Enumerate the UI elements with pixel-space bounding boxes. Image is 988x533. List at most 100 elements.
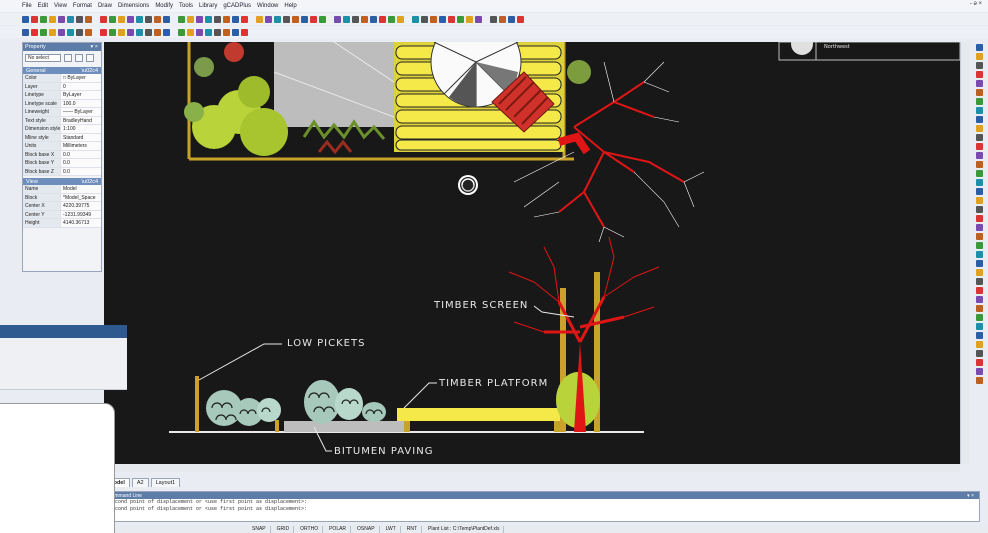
toolbar-tool-icon[interactable] <box>205 15 212 23</box>
modify-tool-icon[interactable] <box>975 233 983 240</box>
status-toggle[interactable]: LWT <box>382 525 401 533</box>
modify-tool-icon[interactable] <box>975 215 983 222</box>
status-toggle[interactable]: POLAR <box>325 525 352 533</box>
collapse-icon[interactable]: \u02c4 <box>81 68 98 74</box>
status-toggle[interactable]: SNAP <box>248 525 271 533</box>
draw-tool-icon[interactable] <box>163 28 170 36</box>
property-row[interactable]: Block *Model_Space <box>23 193 101 202</box>
toolbar-tool-icon[interactable] <box>499 15 506 23</box>
draw-tool-icon[interactable] <box>136 28 143 36</box>
property-value[interactable]: 100.0 <box>61 99 101 107</box>
toolbar-tool-icon[interactable] <box>406 16 410 23</box>
property-row[interactable]: Block base Y 0.0 <box>23 159 101 168</box>
toolbar-tool-icon[interactable] <box>67 15 74 23</box>
property-row[interactable]: Height 4140.36713 <box>23 219 101 228</box>
toolbar-tool-icon[interactable] <box>76 15 83 23</box>
toolbar-tool-icon[interactable] <box>490 15 497 23</box>
property-row[interactable]: Block base Z 0.0 <box>23 167 101 176</box>
modify-tool-icon[interactable] <box>975 188 983 195</box>
modify-tool-icon[interactable] <box>975 98 983 105</box>
property-row[interactable]: Name Model <box>23 185 101 194</box>
property-value[interactable]: 1:100 <box>61 125 101 133</box>
toolbar-tool-icon[interactable] <box>49 15 56 23</box>
toolbar-tool-icon[interactable] <box>343 15 350 23</box>
vertical-scrollbar[interactable] <box>960 42 969 464</box>
status-toggle[interactable]: OSNAP <box>353 525 380 533</box>
modify-tool-icon[interactable] <box>975 287 983 294</box>
draw-tool-icon[interactable] <box>94 29 98 36</box>
toolbar-tool-icon[interactable] <box>94 16 98 23</box>
toolbar-tool-icon[interactable] <box>379 15 386 23</box>
property-row[interactable]: Mline style Standard <box>23 133 101 142</box>
modify-tool-icon[interactable] <box>975 314 983 321</box>
property-value[interactable]: 0.0 <box>61 150 101 158</box>
toolbar-tool-icon[interactable] <box>85 15 92 23</box>
toolbar-tool-icon[interactable] <box>370 15 377 23</box>
toolbar-tool-icon[interactable] <box>172 16 176 23</box>
drawing-canvas[interactable]: LOW PICKETS TIMBER PLATFORM TIMBER SCREE… <box>104 42 960 464</box>
draw-tool-icon[interactable] <box>76 28 83 36</box>
toolbar-tool-icon[interactable] <box>214 15 221 23</box>
horizontal-scrollbar[interactable] <box>104 464 960 472</box>
modify-tool-icon[interactable] <box>975 224 983 231</box>
modify-tool-icon[interactable] <box>975 296 983 303</box>
modify-tool-icon[interactable] <box>975 89 983 96</box>
status-toggle[interactable]: RNT <box>403 525 423 533</box>
toolbar-tool-icon[interactable] <box>517 15 524 23</box>
property-value[interactable]: Millimeters <box>61 142 101 150</box>
status-toggle[interactable]: GRID <box>273 525 295 533</box>
draw-tool-icon[interactable] <box>205 28 212 36</box>
menu-item-format[interactable]: Format <box>73 3 92 9</box>
property-row[interactable]: Text style BradleyHand <box>23 116 101 125</box>
modify-tool-icon[interactable] <box>975 269 983 276</box>
property-value[interactable]: -1231.99349 <box>61 210 101 218</box>
toolbar-tool-icon[interactable] <box>421 15 428 23</box>
toolbar-tool-icon[interactable] <box>196 15 203 23</box>
property-row[interactable]: Units Millimeters <box>23 142 101 151</box>
property-row[interactable]: Linetype ByLayer <box>23 91 101 100</box>
toolbar-tool-icon[interactable] <box>475 15 482 23</box>
property-value[interactable]: Model <box>61 185 101 193</box>
modify-tool-icon[interactable] <box>975 134 983 141</box>
menu-item-library[interactable]: Library <box>199 3 217 9</box>
property-value[interactable]: 4220.39775 <box>61 202 101 210</box>
property-row[interactable]: Dimension style 1:100 <box>23 125 101 134</box>
modify-tool-icon[interactable] <box>975 242 983 249</box>
window-controls[interactable]: - ə × <box>970 1 982 7</box>
quick-select-icon[interactable] <box>64 54 72 62</box>
menu-item-view[interactable]: View <box>54 3 67 9</box>
modify-tool-icon[interactable] <box>975 170 983 177</box>
property-value[interactable]: □ ByLayer <box>61 74 101 82</box>
property-value[interactable]: 0.0 <box>61 159 101 167</box>
modify-tool-icon[interactable] <box>975 359 983 366</box>
draw-tool-icon[interactable] <box>40 28 47 36</box>
property-row[interactable]: Center Y -1231.99349 <box>23 210 101 219</box>
modify-tool-icon[interactable] <box>975 71 983 78</box>
modify-tool-icon[interactable] <box>975 305 983 312</box>
toolbar-tool-icon[interactable] <box>163 15 170 23</box>
tab-a2[interactable]: A2 <box>131 478 149 487</box>
property-value[interactable]: —— ByLayer <box>61 108 101 116</box>
modify-tool-icon[interactable] <box>975 161 983 168</box>
toolbar-tool-icon[interactable] <box>457 15 464 23</box>
draw-tool-icon[interactable] <box>85 28 92 36</box>
property-value[interactable]: BradleyHand <box>61 116 101 124</box>
toolbar-tool-icon[interactable] <box>301 15 308 23</box>
toolbar-tool-icon[interactable] <box>22 15 29 23</box>
modify-tool-icon[interactable] <box>975 197 983 204</box>
toolbar-tool-icon[interactable] <box>265 15 272 23</box>
toolbar-tool-icon[interactable] <box>328 16 332 23</box>
toolbar-tool-icon[interactable] <box>484 16 488 23</box>
draw-tool-icon[interactable] <box>196 28 203 36</box>
modify-tool-icon[interactable] <box>975 53 983 60</box>
toolbar-tool-icon[interactable] <box>40 15 47 23</box>
selection-dropdown[interactable]: No select <box>25 54 61 62</box>
toolbar-tool-icon[interactable] <box>283 15 290 23</box>
draw-tool-icon[interactable] <box>232 28 239 36</box>
toolbar-tool-icon[interactable] <box>430 15 437 23</box>
property-row[interactable]: Layer 0 <box>23 82 101 91</box>
command-input[interactable] <box>105 512 979 519</box>
draw-tool-icon[interactable] <box>118 28 125 36</box>
modify-tool-icon[interactable] <box>975 350 983 357</box>
property-value[interactable]: ByLayer <box>61 91 101 99</box>
